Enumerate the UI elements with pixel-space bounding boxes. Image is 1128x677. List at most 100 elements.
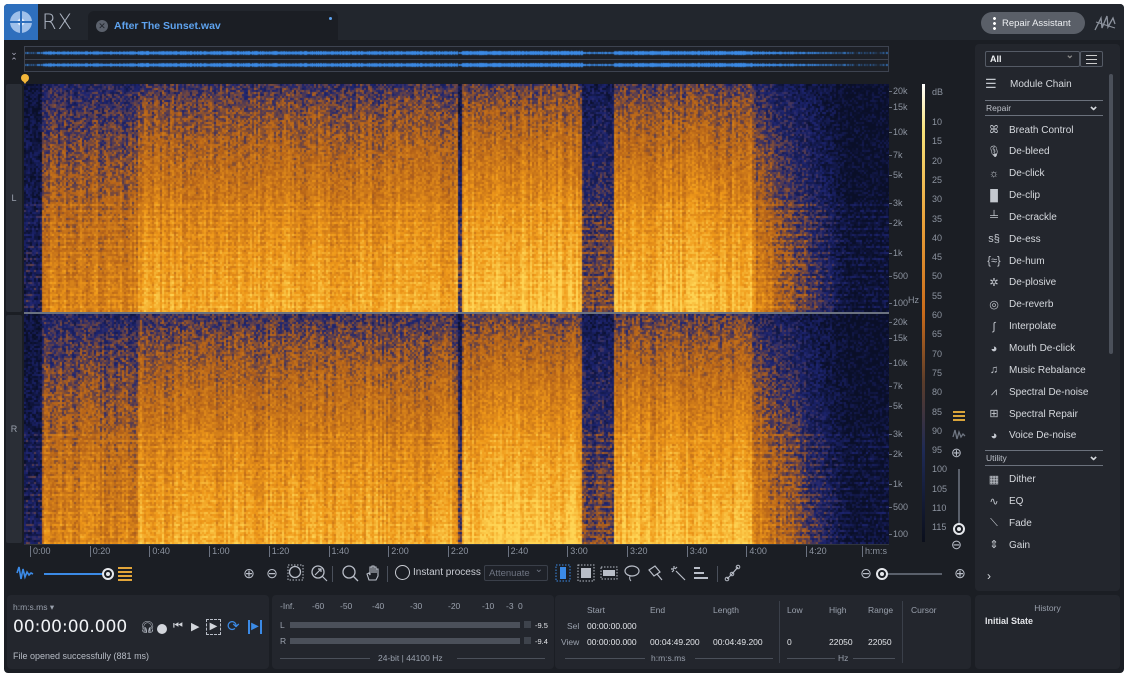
instant-process-toggle[interactable]: Instant process (395, 565, 481, 580)
module-list-menu-icon[interactable] (1080, 51, 1103, 67)
playhead-marker-icon[interactable] (20, 74, 30, 84)
view-end-value[interactable]: 00:04:49.200 (650, 637, 700, 647)
clip-indicator-right[interactable] (524, 637, 531, 644)
instant-process-mode-select[interactable]: Attenuate (484, 564, 548, 581)
zoom-fit-icon[interactable] (310, 564, 328, 582)
de-hum-icon: {≈} (987, 255, 1001, 268)
freq-high-value[interactable]: 22050 (829, 637, 853, 647)
module-chain-button[interactable]: ☰ Module Chain (985, 77, 1072, 91)
izotope-logo[interactable] (4, 4, 38, 40)
expand-sidebar-icon[interactable]: › (987, 569, 991, 583)
module-de-plosive[interactable]: ✲ De-plosive (985, 273, 1056, 293)
play-icon[interactable]: ▶ (191, 620, 199, 633)
waveform-mode-icon[interactable] (952, 427, 966, 441)
spectrogram-mode-icon[interactable] (952, 409, 966, 423)
vertical-zoom-slider[interactable] (958, 469, 960, 525)
freq-tick-label: 1k (889, 478, 903, 489)
play-selection-icon[interactable]: ▶ (206, 619, 221, 635)
sel-start-value[interactable]: 00:00:00.000 (587, 621, 637, 631)
time-axis: 0:00 0:20 0:40 1:00 1:20 1:40 2:00 2:20 2:40 3:00… (24, 544, 889, 558)
module-de-click[interactable]: ☼ De-click (985, 164, 1045, 184)
breath-control-icon: ꕤ (989, 124, 999, 136)
lasso-tool-icon[interactable] (623, 564, 641, 582)
envelope-tool-icon[interactable] (724, 564, 742, 582)
skip-to-start-icon[interactable]: ⏮︎ (173, 620, 183, 633)
module-breath-control[interactable]: ꕤ Breath Control (985, 120, 1073, 140)
harmonic-selection-icon[interactable] (692, 564, 710, 582)
section-header-utility[interactable]: Utility (985, 448, 1103, 466)
loop-icon[interactable]: ⟳ (227, 617, 240, 635)
waveform-spectrogram-blend-slider[interactable] (44, 568, 114, 580)
freq-low-value[interactable]: 0 (787, 637, 792, 647)
module-de-bleed[interactable]: 🎙︎ De-bleed (985, 142, 1050, 162)
db-tick-label: 85 (932, 406, 943, 417)
module-fade[interactable]: ⟍ Fade (985, 513, 1032, 533)
time-selection-tool-icon[interactable] (554, 564, 572, 582)
db-tick-label: 60 (932, 310, 943, 320)
magic-wand-tool-icon[interactable] (669, 564, 687, 582)
vertical-zoom-knob[interactable] (953, 523, 965, 535)
db-colorbar (922, 84, 925, 542)
zoom-tool-icon[interactable] (341, 564, 359, 582)
collapse-overview-icon[interactable]: ⌄ ⌃ (8, 48, 20, 70)
time-tick-label: 1:00 (209, 546, 230, 557)
horizontal-zoom-slider[interactable] (876, 568, 942, 580)
freq-tick-label: 20k (889, 85, 908, 96)
module-de-hum[interactable]: {≈} De-hum (985, 251, 1044, 271)
section-header-repair[interactable]: Repair (985, 98, 1103, 116)
headphones-icon[interactable]: 🎧︎ (140, 620, 155, 634)
module-interpolate[interactable]: ∫ Interpolate (985, 317, 1056, 337)
module-spectral-de-noise[interactable]: ⩘ Spectral De-noise (985, 382, 1089, 402)
clip-indicator-left[interactable] (524, 621, 531, 628)
module-de-ess[interactable]: s§ De-ess (985, 229, 1041, 249)
spectrogram-left[interactable] (24, 84, 889, 312)
view-length-value[interactable]: 00:04:49.200 (713, 637, 763, 647)
module-de-crackle[interactable]: ╧ De-crackle (985, 207, 1057, 227)
history-item[interactable]: Initial State (985, 616, 1033, 626)
module-spectral-repair[interactable]: ⊞ Spectral Repair (985, 404, 1078, 424)
zoom-to-selection-icon[interactable] (287, 564, 305, 582)
vertical-zoom-in-icon[interactable]: ⊕ (951, 445, 962, 461)
module-label: Mouth De-click (1009, 343, 1076, 354)
spectrogram-right[interactable] (24, 314, 889, 544)
zoom-in-time-icon[interactable]: ⊕ (240, 564, 258, 582)
brush-tool-icon[interactable] (646, 564, 664, 582)
file-tab[interactable]: ✕ After The Sunset.wav (88, 11, 338, 40)
sidebar-scrollbar[interactable] (1109, 74, 1113, 354)
signature-icon[interactable] (1093, 12, 1117, 34)
module-voice-de-noise[interactable]: ◕ Voice De-noise (985, 426, 1077, 446)
freq-tick-label: 10k (889, 357, 908, 368)
channel-label-left[interactable]: L (6, 84, 22, 312)
vertical-zoom-out-icon[interactable]: ⊖ (951, 537, 962, 553)
horizontal-zoom-out-icon[interactable]: ⊖ (857, 564, 875, 582)
zoom-out-time-icon[interactable]: ⊖ (263, 564, 281, 582)
waveform-overview[interactable]: ⌄ ⌃ (4, 44, 972, 74)
module-de-reverb[interactable]: ◎ De-reverb (985, 295, 1053, 315)
time-format-select[interactable]: h:m:s.ms ▾ (13, 602, 54, 613)
module-gain[interactable]: ⇕ Gain (985, 535, 1030, 555)
repair-assistant-button[interactable]: Repair Assistant (981, 12, 1085, 34)
module-music-rebalance[interactable]: ♫ Music Rebalance (985, 360, 1086, 380)
module-eq[interactable]: ∿ EQ (985, 492, 1023, 512)
view-start-value[interactable]: 00:00:00.000 (587, 637, 637, 647)
frequency-selection-tool-icon[interactable] (600, 564, 618, 582)
meter-channel-r: R (280, 636, 287, 646)
module-filter-select[interactable]: All (985, 50, 1080, 67)
waveform-view-icon[interactable] (16, 564, 34, 582)
hand-tool-icon[interactable] (364, 564, 382, 582)
horizontal-zoom-in-icon[interactable]: ⊕ (951, 564, 969, 582)
module-de-clip[interactable]: ▐▌ De-clip (985, 186, 1040, 206)
overview-track[interactable] (24, 46, 889, 72)
channel-label-right[interactable]: R (6, 315, 22, 543)
time-frequency-selection-tool-icon[interactable] (577, 564, 595, 582)
meter-bar-left (290, 622, 520, 628)
record-icon[interactable] (157, 624, 167, 634)
instant-process-radio-icon (395, 565, 410, 580)
playback-follow-icon[interactable]: ▶ (248, 620, 262, 634)
spectrogram-view-icon[interactable] (116, 564, 134, 582)
close-tab-icon[interactable]: ✕ (96, 19, 108, 32)
module-mouth-de-click[interactable]: ◕ Mouth De-click (985, 339, 1075, 359)
freq-range-value[interactable]: 22050 (868, 637, 892, 647)
meter-scale-label: -50 (340, 601, 353, 611)
module-dither[interactable]: ▦ Dither (985, 470, 1036, 490)
